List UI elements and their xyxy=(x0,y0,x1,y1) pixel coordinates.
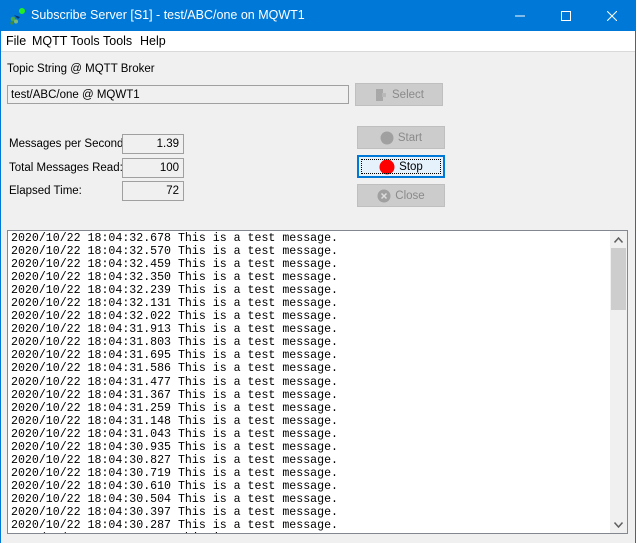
focus-rectangle xyxy=(361,159,441,174)
chevron-up-icon xyxy=(614,236,623,243)
log-line: 2020/10/22 18:04:30.287 This is a test m… xyxy=(11,519,338,533)
elapsed-time-value: 72 xyxy=(122,181,184,201)
menu-tools[interactable]: Tools xyxy=(103,34,132,48)
log-line: 2020/10/22 18:04:30.397 This is a test m… xyxy=(11,505,338,519)
start-label: Start xyxy=(397,131,423,144)
log-line: 2020/10/22 18:04:31.695 This is a test m… xyxy=(11,349,338,363)
title-bar[interactable]: Subscribe Server [S1] - test/ABC/one on … xyxy=(0,0,636,31)
client-area: Topic String @ MQTT Broker test/ABC/one … xyxy=(1,51,635,543)
message-log[interactable]: 2020/10/22 18:04:32.678 This is a test m… xyxy=(7,230,628,534)
log-line: 2020/10/22 18:04:31.148 This is a test m… xyxy=(11,414,338,428)
close-button[interactable]: Close xyxy=(357,184,445,207)
topic-label: Topic String @ MQTT Broker xyxy=(7,63,155,75)
close-circle-icon xyxy=(377,189,391,202)
scroll-down-button[interactable] xyxy=(610,516,627,533)
log-line: 2020/10/22 18:04:32.459 This is a test m… xyxy=(11,258,338,272)
door-icon xyxy=(376,88,387,101)
msgs-per-second-value: 1.39 xyxy=(122,134,184,154)
msgs-per-second-label: Messages per Second: xyxy=(9,138,127,150)
close-icon xyxy=(607,10,617,21)
topic-field[interactable]: test/ABC/one @ MQWT1 xyxy=(7,85,349,104)
elapsed-time-label: Elapsed Time: xyxy=(9,185,82,197)
select-label: Select xyxy=(392,88,424,101)
log-line: 2020/10/22 18:04:32.022 This is a test m… xyxy=(11,310,338,324)
total-messages-value: 100 xyxy=(122,158,184,178)
start-button[interactable]: Start xyxy=(357,126,445,149)
log-line: 2020/10/22 18:04:32.239 This is a test m… xyxy=(11,284,338,298)
app-icon xyxy=(10,8,25,25)
log-lines: 2020/10/22 18:04:32.678 This is a test m… xyxy=(11,232,338,533)
log-line: 2020/10/22 18:04:31.803 This is a test m… xyxy=(11,336,338,350)
chevron-down-icon xyxy=(614,521,623,528)
log-line: 2020/10/22 18:04:32.678 This is a test m… xyxy=(11,232,338,245)
maximize-icon xyxy=(561,10,571,21)
close-window-button[interactable] xyxy=(589,0,635,31)
log-line: 2020/10/22 18:04:31.477 This is a test m… xyxy=(11,375,338,389)
menu-mqtt-tools[interactable]: MQTT Tools xyxy=(32,34,100,48)
log-line: 2020/10/22 18:04:30.719 This is a test m… xyxy=(11,466,338,480)
log-line: 2020/10/22 18:04:30.610 This is a test m… xyxy=(11,479,338,493)
minimize-icon xyxy=(515,15,525,16)
total-messages-label: Total Messages Read: xyxy=(9,162,123,174)
log-line: 2020/10/22 18:04:31.586 This is a test m… xyxy=(11,362,338,376)
log-line: 2020/10/22 18:04:30.827 This is a test m… xyxy=(11,453,338,467)
menu-file[interactable]: File xyxy=(6,34,26,48)
menu-bar: File MQTT Tools Tools Help xyxy=(1,31,635,51)
maximize-button[interactable] xyxy=(543,0,589,31)
log-line: 2020/10/22 18:04:31.259 This is a test m… xyxy=(11,401,338,415)
start-circle-icon xyxy=(380,131,394,144)
select-button[interactable]: Select xyxy=(355,83,443,106)
log-line: 2020/10/22 18:04:32.350 This is a test m… xyxy=(11,271,338,285)
menu-help[interactable]: Help xyxy=(140,34,166,48)
minimize-button[interactable] xyxy=(497,0,543,31)
log-line: 2020/10/22 18:04:31.043 This is a test m… xyxy=(11,427,338,441)
scroll-thumb[interactable] xyxy=(611,248,626,310)
scroll-up-button[interactable] xyxy=(610,231,627,248)
close-label: Close xyxy=(395,189,425,202)
log-line: 2020/10/22 18:04:30.178 This is a test m… xyxy=(11,532,338,533)
log-line: 2020/10/22 18:04:32.131 This is a test m… xyxy=(11,297,338,311)
log-line: 2020/10/22 18:04:32.570 This is a test m… xyxy=(11,245,338,259)
vertical-scrollbar[interactable] xyxy=(610,231,627,533)
stop-button[interactable]: Stop xyxy=(357,155,445,178)
log-line: 2020/10/22 18:04:30.935 This is a test m… xyxy=(11,440,338,454)
window-title: Subscribe Server [S1] - test/ABC/one on … xyxy=(31,8,305,22)
log-line: 2020/10/22 18:04:31.913 This is a test m… xyxy=(11,323,338,337)
log-line: 2020/10/22 18:04:30.504 This is a test m… xyxy=(11,492,338,506)
log-line: 2020/10/22 18:04:31.367 This is a test m… xyxy=(11,388,338,402)
